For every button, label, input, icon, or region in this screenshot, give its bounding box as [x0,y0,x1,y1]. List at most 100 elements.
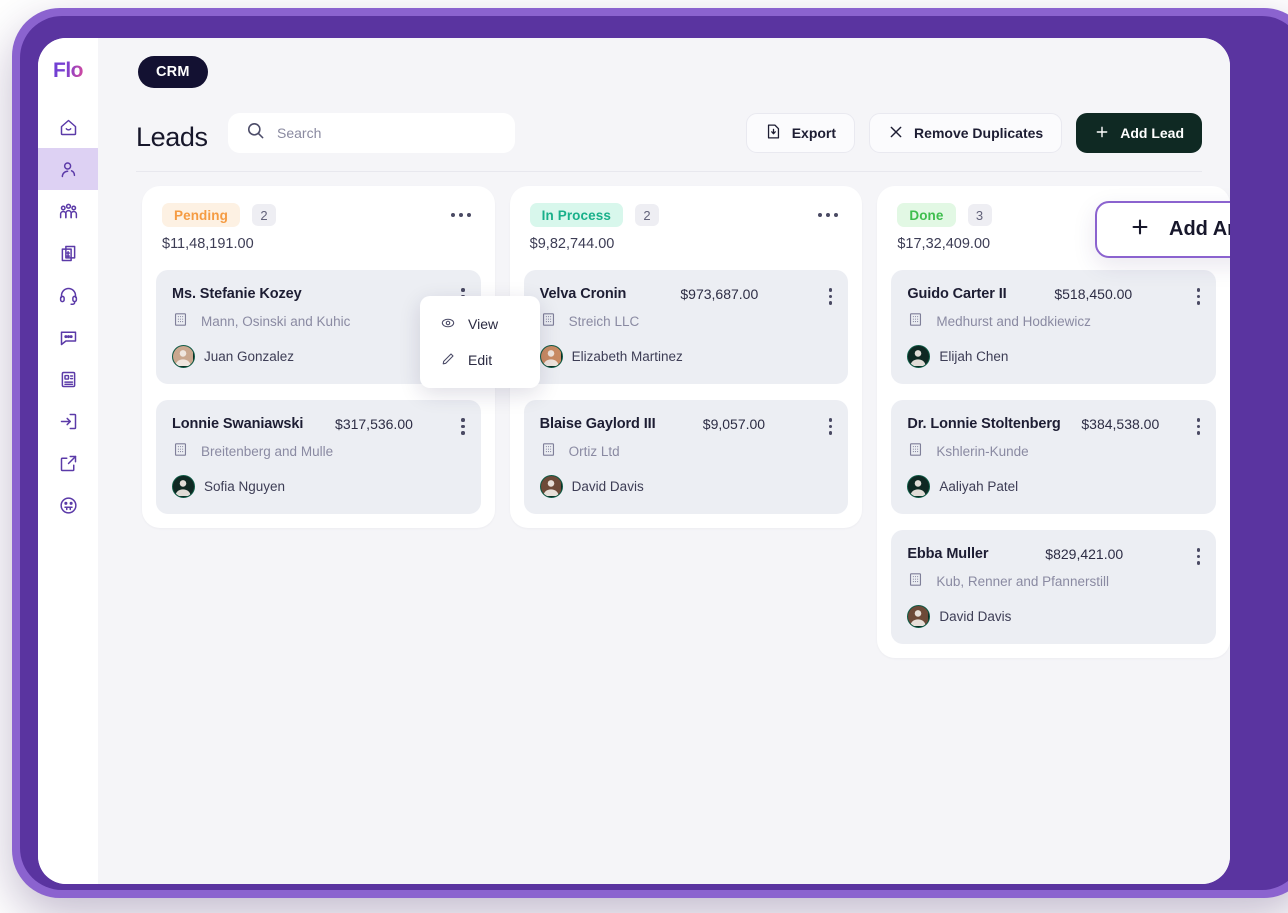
lead-amount: $518,450.00 [1054,286,1133,302]
sidebar-item-home[interactable] [38,106,98,148]
status-badge: In Process [529,203,623,227]
header-divider [136,171,1202,172]
topbar: CRM Leads Search Export Remove Duplicate… [98,38,1230,172]
headset-icon [58,285,79,306]
building-icon [172,441,189,461]
lead-card[interactable]: Dr. Lonnie Stoltenberg $384,538.00 Kshleri… [891,400,1217,514]
column-total: $9,82,744.00 [529,236,615,252]
plus-icon [1129,216,1151,244]
team-icon [58,201,79,222]
sidebar-item-external[interactable] [38,442,98,484]
search-icon [246,121,265,145]
page-title: Leads [136,122,208,152]
export-label: Export [791,125,837,141]
app-logo[interactable]: Flo [53,58,84,84]
building-icon [540,311,557,331]
eye-icon [440,315,456,334]
lead-name: Blaise Gaylord III [539,416,656,432]
lead-amount: $9,057.00 [702,416,766,432]
sidebar-item-leads[interactable] [38,148,98,190]
lead-card-menu-button[interactable] [1196,288,1201,305]
sidebar-item-feedback[interactable] [38,484,98,526]
device-frame-inner: Flo CRM Leads Search Export Remove Dupli… [20,16,1288,890]
avatar [172,475,195,498]
sidebar-item-chat[interactable] [38,316,98,358]
lead-name: Guido Carter II [907,286,1007,302]
status-badge: Pending [162,203,240,227]
chat-icon [58,327,79,348]
kanban-column: In Process 2 $9,82,744.00 Velva Cronin $973,… [509,186,863,528]
column-menu-button[interactable] [447,207,475,223]
lead-card[interactable]: Velva Cronin $973,687.00 Streich LLC Elizab… [523,270,849,384]
remove-duplicates-label: Remove Duplicates [914,125,1044,141]
close-icon [888,124,904,143]
menu-item-label: View [468,316,499,332]
avatar [907,475,931,498]
building-icon [907,311,924,331]
column-menu-button[interactable] [814,207,842,223]
menu-item-view[interactable]: View [420,306,540,342]
lead-amount: $384,538.00 [1081,416,1160,432]
avatar [907,605,931,628]
sign-in-icon [58,411,79,432]
user-icon [58,159,79,180]
top-actions: Export Remove Duplicates Add Lead [745,113,1202,153]
document-icon [58,369,79,390]
lead-card-menu-button[interactable] [828,288,833,305]
column-cards: Velva Cronin $973,687.00 Streich LLC Elizab… [523,270,849,514]
logo-text: Flo [53,59,84,82]
device-frame: Flo CRM Leads Search Export Remove Dupli… [12,8,1288,898]
avatar [907,345,931,368]
lead-owner: Elizabeth Martinez [571,349,683,364]
lead-card-menu-button[interactable] [1196,548,1201,565]
kanban-board: Pending 2 $11,48,191.00 Ms. Stefanie Kozey M… [142,186,1230,884]
crm-pill[interactable]: CRM [138,56,208,88]
add-another-status-button[interactable]: Add Another Status [1095,201,1230,258]
search-input[interactable] [277,125,497,141]
lead-company: Streich LLC [568,313,640,329]
lead-card[interactable]: Guido Carter II $518,450.00 Medhurst and H… [891,270,1217,384]
lead-card[interactable]: Blaise Gaylord III $9,057.00 Ortiz Ltd Davi… [523,400,849,514]
menu-item-label: Edit [468,352,493,368]
column-total: $11,48,191.00 [162,236,254,252]
external-link-icon [58,453,79,474]
home-icon [58,117,79,138]
lead-company: Ortiz Ltd [568,443,620,459]
status-badge: Done [897,203,956,227]
sidebar-item-team[interactable] [38,190,98,232]
sidebar-item-invoices[interactable] [38,232,98,274]
lead-name: Ebba Muller [907,546,989,562]
sidebar-item-support[interactable] [38,274,98,316]
lead-owner: Juan Gonzalez [204,349,295,364]
lead-card-menu-button[interactable] [461,418,465,435]
lead-name: Velva Cronin [539,286,627,302]
lead-company: Breitenberg and Mulle [201,443,334,459]
building-icon [907,441,924,461]
emoji-icon [58,495,79,516]
lead-card[interactable]: Ebba Muller $829,421.00 Kub, Renner and Pf… [891,530,1217,644]
avatar [539,345,563,368]
main-content: CRM Leads Search Export Remove Duplicate… [98,38,1230,884]
lead-card[interactable]: Lonnie Swaniawski $317,536.00 Breitenberg … [156,400,481,514]
sidebar-item-sign-in[interactable] [38,400,98,442]
lead-name: Ms. Stefanie Kozey [172,286,302,302]
lead-company: Medhurst and Hodkiewicz [936,313,1091,329]
menu-item-edit[interactable]: Edit [420,342,540,378]
export-icon [765,123,782,143]
sidebar-item-documents[interactable] [38,358,98,400]
add-lead-button[interactable]: Add Lead [1076,113,1202,153]
status-count: 2 [634,204,659,226]
card-context-menu: View Edit [420,296,540,388]
lead-name: Lonnie Swaniawski [172,416,304,432]
avatar [172,345,195,368]
add-lead-label: Add Lead [1120,125,1184,141]
export-button[interactable]: Export [745,113,856,153]
lead-card-menu-button[interactable] [1196,418,1201,435]
invoice-icon [58,243,79,264]
lead-company: Mann, Osinski and Kuhic [201,313,351,329]
lead-amount: $317,536.00 [335,416,413,432]
lead-card-menu-button[interactable] [828,418,833,435]
remove-duplicates-button[interactable]: Remove Duplicates [869,113,1063,153]
column-cards: Guido Carter II $518,450.00 Medhurst and H… [891,270,1217,644]
search-box[interactable] [228,113,515,153]
